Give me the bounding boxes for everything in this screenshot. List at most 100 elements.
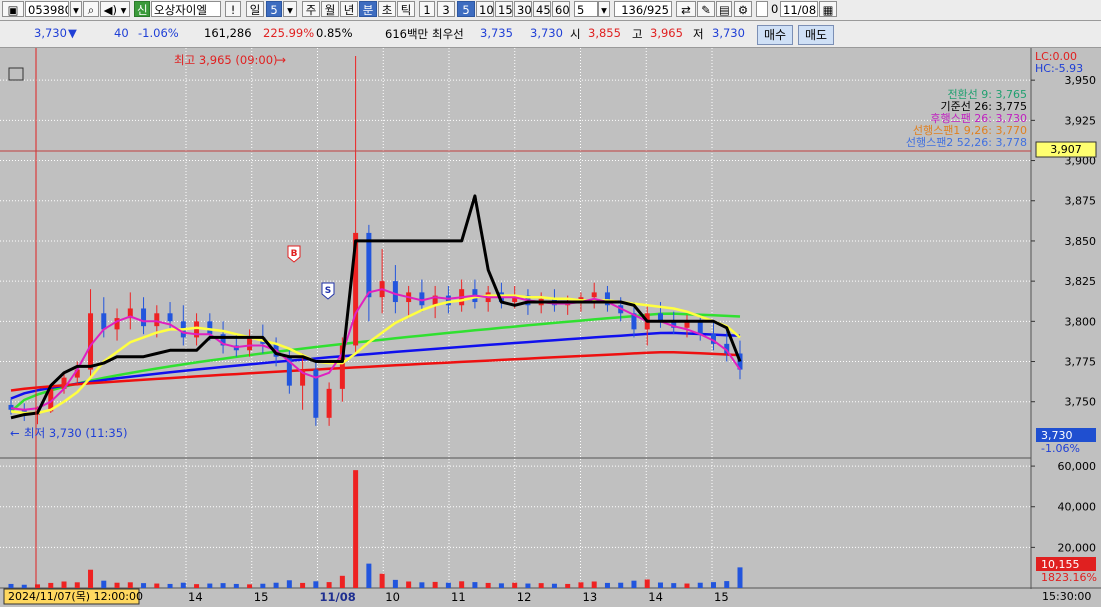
volume-bar: [180, 582, 186, 588]
volume-bar: [551, 583, 557, 588]
period-year-button[interactable]: 년: [340, 1, 358, 17]
volume-bar: [101, 580, 107, 588]
chart-menu-icon[interactable]: ▣: [2, 1, 24, 17]
stock-chart[interactable]: 3,7503,7753,8003,8253,8503,8753,9003,925…: [0, 48, 1101, 607]
high-arrow-icon: →: [276, 53, 286, 67]
sound-icon[interactable]: ◀) ▾: [100, 1, 130, 17]
candle-body: [167, 313, 173, 322]
search-icon[interactable]: ⌕: [83, 1, 99, 17]
candle-body: [88, 313, 94, 370]
range-display[interactable]: 136/925: [614, 1, 672, 17]
volume-tag-label: 10,155: [1041, 558, 1080, 571]
period-tick-button[interactable]: 틱: [397, 1, 415, 17]
low-arrow-icon: ←: [10, 426, 20, 440]
sell-button[interactable]: 매도: [798, 25, 835, 45]
interval-button[interactable]: 5: [457, 1, 475, 17]
high-annotation: 최고 3,965 (09:00): [174, 53, 278, 67]
drawing-icon[interactable]: ✎: [697, 1, 715, 17]
count-dropdown-icon[interactable]: ▾: [598, 1, 610, 17]
volume-bar: [260, 583, 266, 588]
time-tick-label: 15: [254, 590, 269, 604]
change-percent: -1.06%: [138, 26, 179, 40]
interval-button[interactable]: 30: [514, 1, 532, 17]
interval-button[interactable]: 3: [437, 1, 455, 17]
save-icon[interactable]: ▤: [716, 1, 732, 17]
volume-bar: [631, 580, 637, 588]
volume-bar: [432, 581, 438, 588]
volume-bar: [512, 582, 518, 588]
volume-bar: [207, 583, 213, 588]
trade-amount: 616백만: [385, 27, 429, 41]
volume-bar: [379, 573, 385, 588]
candle-body: [207, 321, 213, 335]
interval-button[interactable]: 10: [476, 1, 494, 17]
candle-body: [326, 388, 332, 418]
count-select[interactable]: 5: [574, 1, 598, 17]
period-minute-button[interactable]: 분: [359, 1, 377, 17]
volume-bar: [313, 581, 319, 588]
period-second-button[interactable]: 초: [378, 1, 396, 17]
volume-bar: [525, 583, 531, 588]
volume-bar: [459, 581, 465, 588]
period-number[interactable]: 5: [266, 1, 282, 17]
volume-bar: [710, 582, 716, 588]
checkbox-label: 0: [771, 2, 779, 16]
volume-bar: [565, 583, 571, 588]
stock-code-input[interactable]: 053980: [25, 1, 69, 17]
time-tick-label: 14: [648, 590, 663, 604]
price-tick-label: 3,825: [1065, 275, 1097, 288]
volume-bar: [167, 583, 173, 588]
date-input[interactable]: 11/08: [780, 1, 818, 17]
volume-bar: [472, 582, 478, 588]
volume-bar: [154, 583, 160, 588]
low-annotation: 최저 3,730 (11:35): [24, 426, 128, 440]
toolset-icon[interactable]: ⇄: [676, 1, 696, 17]
cursor-date-label: 2024/11/07(목) 12:00:00: [8, 590, 143, 603]
candle-body: [247, 337, 253, 351]
interval-button[interactable]: 45: [533, 1, 551, 17]
volume-bar: [21, 584, 27, 588]
price-tick-label: 3,800: [1065, 315, 1097, 328]
candle-body: [392, 281, 398, 303]
volume-tick-label: 40,000: [1058, 501, 1097, 514]
volume-tick-label: 20,000: [1058, 541, 1097, 554]
quote-bar: 3,730 ▼ 40 -1.06% 161,286 225.99% 0.85% …: [0, 21, 1101, 48]
volume-bar: [406, 581, 412, 588]
volume-bar: [419, 582, 425, 588]
period-dropdown-icon[interactable]: ▾: [283, 1, 297, 17]
current-price-tag-label: 3,730: [1041, 429, 1073, 442]
buy-button[interactable]: 매수: [757, 25, 794, 45]
price-tick-label: 3,750: [1065, 396, 1097, 409]
volume-bar: [326, 582, 332, 588]
hc-label: HC:-5.93: [1035, 62, 1083, 75]
time-tick-label: 12: [517, 590, 532, 604]
checkbox[interactable]: [756, 1, 768, 17]
crosshair-price-label: 3,907: [1050, 143, 1082, 156]
gear-icon[interactable]: ⚙: [734, 1, 752, 17]
interval-button[interactable]: 60: [552, 1, 570, 17]
calendar-icon[interactable]: ▦: [819, 1, 837, 17]
code-dropdown-icon[interactable]: ▾: [70, 1, 82, 17]
volume-bar: [114, 582, 120, 588]
volume-bar: [48, 582, 54, 588]
price-tick-label: 3,875: [1065, 195, 1097, 208]
interval-button[interactable]: 1: [419, 1, 435, 17]
volume-tick-label: 60,000: [1058, 460, 1097, 473]
legend-entry: 선행스팬2 52,26: 3,778: [906, 136, 1027, 149]
interval-button[interactable]: 15: [495, 1, 513, 17]
volume-bar: [684, 583, 690, 588]
price-tick-label: 3,950: [1065, 74, 1097, 87]
low-price: 3,730: [712, 26, 745, 40]
volume-bar: [353, 470, 359, 588]
period-month-button[interactable]: 월: [321, 1, 339, 17]
volume-bar: [644, 579, 650, 588]
end-time-label: 15:30:00: [1042, 590, 1091, 603]
period-day-button[interactable]: 일: [246, 1, 264, 17]
period-week-button[interactable]: 주: [302, 1, 320, 17]
alert-button[interactable]: !: [225, 1, 241, 17]
best-quote-label: 최우선: [432, 27, 464, 41]
market-badge: 신: [134, 1, 150, 17]
time-tick-label: 13: [583, 590, 598, 604]
time-tick-label: 10: [385, 590, 400, 604]
best-ask: 3,735: [480, 26, 513, 40]
